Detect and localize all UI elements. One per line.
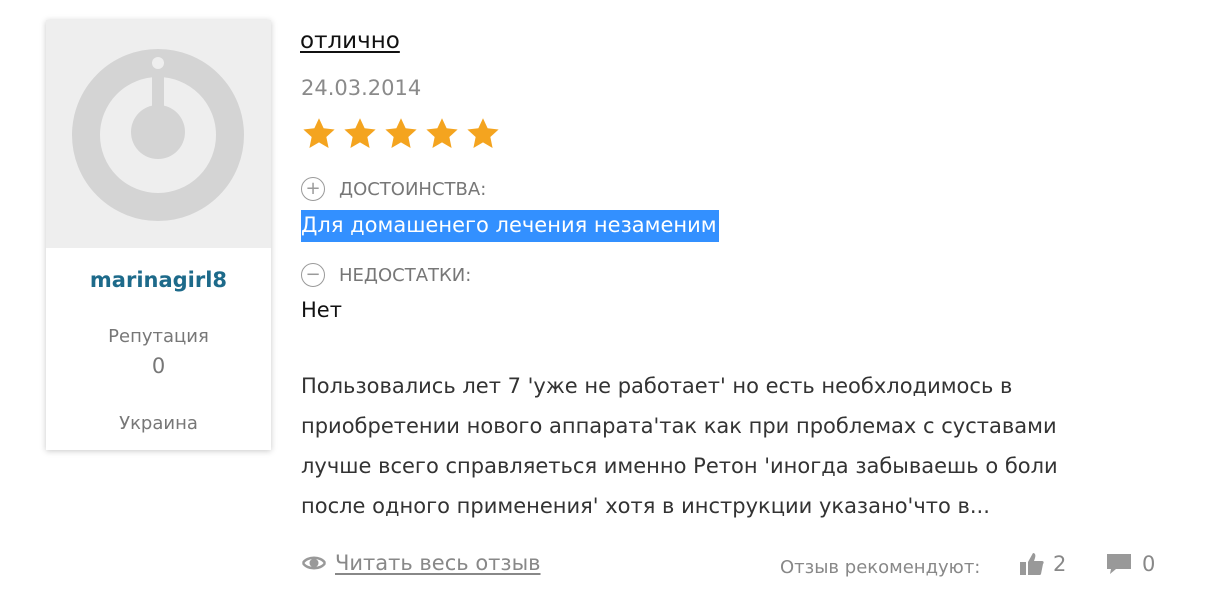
like-button[interactable]: 2 — [1019, 552, 1066, 576]
comment-count: 0 — [1142, 552, 1156, 576]
pros-label: ДОСТОИНСТВА: — [339, 178, 487, 200]
pros-header: + ДОСТОИНСТВА: — [301, 177, 486, 201]
rating-stars — [301, 116, 506, 154]
avatar[interactable] — [46, 20, 271, 248]
recommend-label: Отзыв рекомендуют: — [780, 557, 981, 578]
eye-icon — [301, 556, 327, 570]
user-country: Украина — [119, 413, 198, 434]
star-icon — [426, 118, 458, 148]
avatar-placeholder-icon — [72, 49, 244, 221]
star-icon — [344, 118, 376, 148]
read-more-label[interactable]: Читать весь отзыв — [335, 551, 541, 575]
review-title[interactable]: отлично — [300, 28, 400, 54]
read-more-link[interactable]: Читать весь отзыв — [301, 551, 541, 575]
review-date: 24.03.2014 — [301, 76, 422, 100]
username-link[interactable]: marinagirl8 — [46, 268, 271, 292]
star-icon — [303, 118, 335, 148]
minus-circle-icon: − — [301, 263, 325, 287]
review-body: Пользовались лет 7 'уже не работает' но … — [301, 374, 1058, 518]
reputation-value: 0 — [151, 354, 166, 378]
cons-text: Нет — [301, 298, 342, 322]
star-icon — [385, 118, 417, 148]
comment-icon — [1107, 554, 1131, 574]
cons-header: − НЕДОСТАТКИ: — [301, 263, 471, 287]
comment-button[interactable]: 0 — [1106, 552, 1155, 576]
plus-circle-icon: + — [301, 177, 325, 201]
star-icon — [467, 118, 499, 148]
user-card: marinagirl8 Репутация 0 Украина — [46, 20, 271, 450]
cons-label: НЕДОСТАТКИ: — [339, 264, 472, 286]
pros-text: Для домашенего лечения незаменим — [301, 210, 719, 242]
thumbs-up-icon — [1020, 553, 1044, 575]
like-count: 2 — [1053, 552, 1067, 576]
reputation-label: Репутация — [108, 326, 209, 347]
